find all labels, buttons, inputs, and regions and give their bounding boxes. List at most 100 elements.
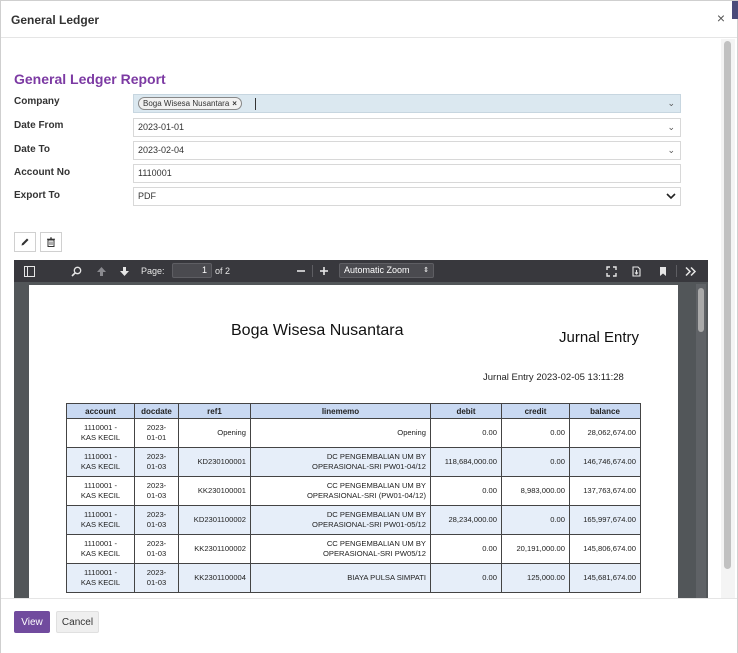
account-cell: 1110001 - KAS KECIL <box>66 476 135 506</box>
view-button[interactable]: View <box>14 611 50 633</box>
table-header-row: account docdate ref1 linememo debit cred… <box>66 403 641 419</box>
ref-cell: KD230100001 <box>178 447 251 477</box>
memo-cell: CC PENGEMBALIAN UM BY OPERASIONAL-SRI (PW… <box>250 476 431 506</box>
pdf-viewer: Page: 1 of 2 Automatic Zoom ⇕ Boga Wises… <box>14 260 708 598</box>
text-cursor <box>255 98 256 110</box>
next-page-icon[interactable] <box>117 264 131 278</box>
balance-cell: 145,681,674.00 <box>569 563 641 593</box>
ref-cell: KK230100001 <box>178 476 251 506</box>
export-to-select[interactable]: PDF <box>133 187 681 206</box>
trash-icon <box>47 237 55 247</box>
account-no-value: 1110001 <box>138 168 172 178</box>
dialog-scrollbar[interactable] <box>721 39 735 599</box>
page-label: Page: <box>141 266 165 276</box>
presentation-mode-icon[interactable] <box>604 264 618 278</box>
docdate-cell: 2023- 01-03 <box>134 447 179 477</box>
zoom-out-icon[interactable] <box>294 264 308 278</box>
table-row: 1110001 - KAS KECIL 2023- 01-03 KD23010000… <box>66 447 641 477</box>
column-header: balance <box>569 403 641 419</box>
ref-cell: Opening <box>178 418 251 448</box>
account-no-label: Account No <box>14 167 71 178</box>
edit-button[interactable] <box>14 232 36 252</box>
date-from-field[interactable]: 2023-01-01 ⌄ <box>133 118 681 137</box>
dropdown-caret-icon[interactable]: ⌄ <box>667 95 675 112</box>
delete-button[interactable] <box>40 232 62 252</box>
toolbar-separator <box>312 265 313 277</box>
company-tag: Boga Wisesa Nusantara × <box>138 97 242 110</box>
company-field[interactable]: Boga Wisesa Nusantara × ⌄ <box>133 94 681 113</box>
general-ledger-dialog: General Ledger × General Ledger Report C… <box>0 0 738 653</box>
page-total: of 2 <box>215 266 231 276</box>
dialog-title: General Ledger <box>11 13 100 27</box>
debit-cell: 28,234,000.00 <box>430 505 502 535</box>
date-from-label: Date From <box>14 120 64 131</box>
company-label: Company <box>14 96 60 107</box>
table-row: 1110001 - KAS KECIL 2023- 01-03 KK23011000… <box>66 563 641 593</box>
toolbar-separator <box>676 265 677 277</box>
table-row: 1110001 - KAS KECIL 2023- 01-01 Opening Op… <box>66 418 641 448</box>
report-timestamp: Jurnal Entry 2023-02-05 13:11:28 <box>483 372 624 383</box>
table-row: 1110001 - KAS KECIL 2023- 01-03 KK23011000… <box>66 534 641 564</box>
close-icon[interactable]: × <box>717 10 725 26</box>
report-heading: General Ledger Report <box>14 71 166 87</box>
date-from-value: 2023-01-01 <box>138 122 185 132</box>
bookmark-icon[interactable] <box>656 264 670 278</box>
balance-cell: 146,746,674.00 <box>569 447 641 477</box>
debit-cell: 0.00 <box>430 418 502 448</box>
pdf-page: Boga Wisesa Nusantara Jurnal Entry Jurna… <box>29 285 678 598</box>
credit-cell: 0.00 <box>501 418 570 448</box>
column-header: account <box>66 403 135 419</box>
docdate-cell: 2023- 01-03 <box>134 476 179 506</box>
table-row: 1110001 - KAS KECIL 2023- 01-03 KK23010000… <box>66 476 641 506</box>
credit-cell: 8,983,000.00 <box>501 476 570 506</box>
zoom-in-icon[interactable] <box>317 264 331 278</box>
zoom-select[interactable]: Automatic Zoom ⇕ <box>339 263 434 278</box>
account-cell: 1110001 - KAS KECIL <box>66 534 135 564</box>
date-from-caret-icon[interactable]: ⌄ <box>667 119 675 136</box>
pdf-toolbar: Page: 1 of 2 Automatic Zoom ⇕ <box>14 260 708 282</box>
remove-tag-icon[interactable]: × <box>232 99 237 108</box>
pdf-scrollbar[interactable] <box>696 284 706 598</box>
credit-cell: 20,191,000.00 <box>501 534 570 564</box>
pdf-scrollbar-thumb[interactable] <box>698 288 704 332</box>
column-header: credit <box>501 403 570 419</box>
page-number-input[interactable]: 1 <box>172 263 212 278</box>
search-icon[interactable] <box>69 264 83 278</box>
debit-cell: 0.00 <box>430 534 502 564</box>
account-cell: 1110001 - KAS KECIL <box>66 447 135 477</box>
account-cell: 1110001 - KAS KECIL <box>66 563 135 593</box>
tools-menu-icon[interactable] <box>684 264 698 278</box>
credit-cell: 125,000.00 <box>501 563 570 593</box>
column-header: debit <box>430 403 502 419</box>
memo-cell: DC PENGEMBALIAN UM BY OPERASIONAL-SRI PW0… <box>250 447 431 477</box>
ref-cell: KK2301100002 <box>178 534 251 564</box>
report-company-name: Boga Wisesa Nusantara <box>231 322 404 339</box>
account-no-field[interactable]: 1110001 <box>133 164 681 183</box>
column-header: linememo <box>250 403 431 419</box>
balance-cell: 137,763,674.00 <box>569 476 641 506</box>
dialog-footer: View Cancel <box>1 598 737 653</box>
report-doc-title: Jurnal Entry <box>559 329 640 346</box>
column-header: docdate <box>134 403 179 419</box>
memo-cell: BIAYA PULSA SIMPATI <box>250 563 431 593</box>
previous-page-icon[interactable] <box>94 264 108 278</box>
download-icon[interactable] <box>629 264 643 278</box>
balance-cell: 165,997,674.00 <box>569 505 641 535</box>
balance-cell: 145,806,674.00 <box>569 534 641 564</box>
memo-cell: DC PENGEMBALIAN UM BY OPERASIONAL-SRI PW0… <box>250 505 431 535</box>
zoom-arrows-icon: ⇕ <box>423 267 429 274</box>
chevron-down-icon <box>666 193 676 200</box>
date-to-caret-icon[interactable]: ⌄ <box>667 142 675 159</box>
credit-cell: 0.00 <box>501 447 570 477</box>
date-to-field[interactable]: 2023-02-04 ⌄ <box>133 141 681 160</box>
ledger-table: account docdate ref1 linememo debit cred… <box>66 403 641 593</box>
column-header: ref1 <box>178 403 251 419</box>
dialog-scrollbar-thumb[interactable] <box>724 41 731 569</box>
cancel-button[interactable]: Cancel <box>56 611 99 633</box>
debit-cell: 118,684,000.00 <box>430 447 502 477</box>
sidebar-toggle-icon[interactable] <box>22 264 36 278</box>
debit-cell: 0.00 <box>430 563 502 593</box>
balance-cell: 28,062,674.00 <box>569 418 641 448</box>
docdate-cell: 2023- 01-03 <box>134 563 179 593</box>
table-row: 1110001 - KAS KECIL 2023- 01-03 KD23011000… <box>66 505 641 535</box>
